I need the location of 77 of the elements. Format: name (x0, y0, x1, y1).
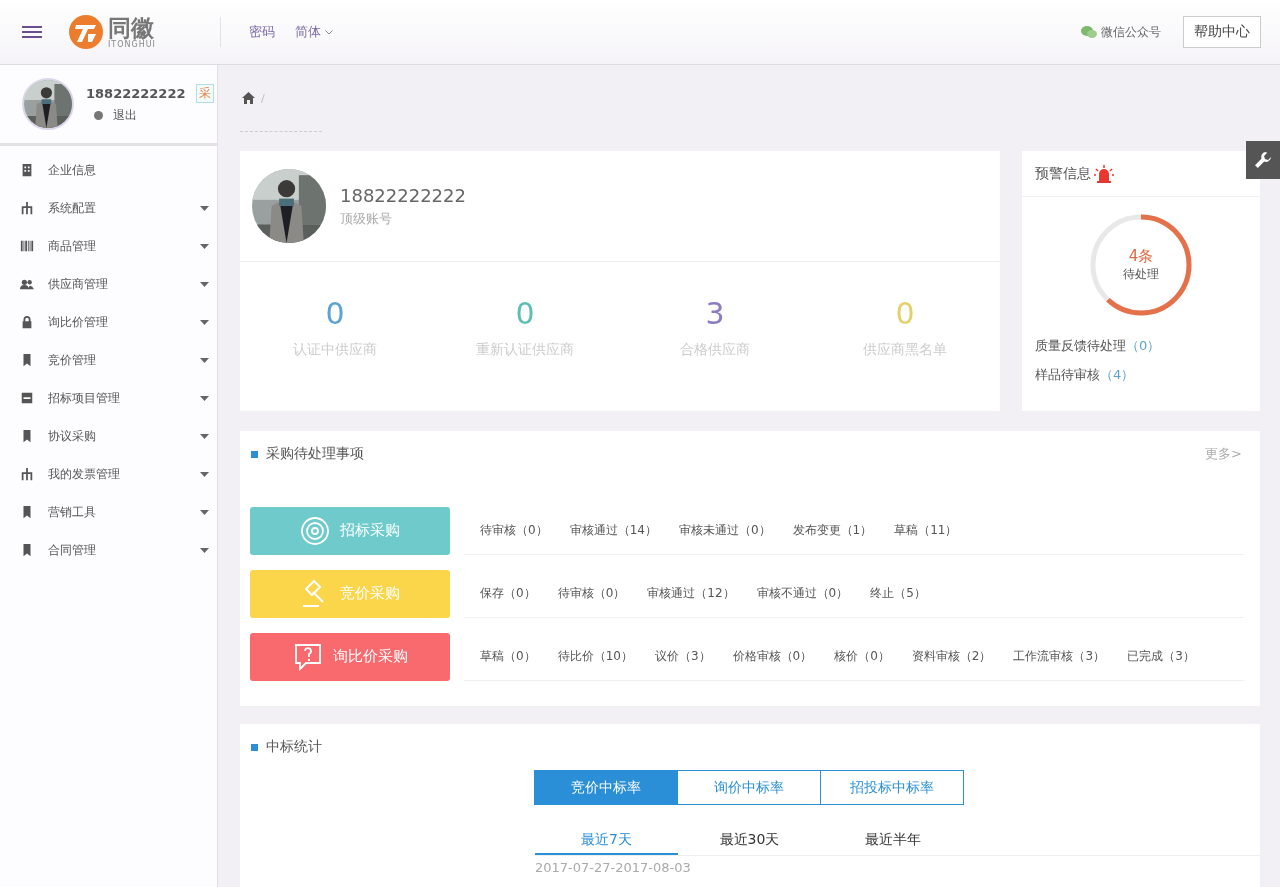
header-link[interactable]: 密码 (245, 19, 279, 45)
status-link[interactable]: 保存（0） (480, 584, 536, 602)
date-range: 2017-07-27-2017-08-03 (535, 860, 691, 875)
building-icon (20, 163, 34, 177)
period-tab[interactable]: 最近7天 (535, 827, 678, 855)
wrench-icon (1254, 151, 1272, 169)
logout-link[interactable]: 退出 (113, 107, 137, 124)
status-link[interactable]: 议价（3） (654, 647, 711, 665)
rate-tab[interactable]: 竞价中标率 (534, 770, 678, 805)
minus-icon (20, 391, 34, 405)
status-dot (94, 111, 103, 120)
users-icon (20, 277, 34, 291)
sidebar-item[interactable]: 我的发票管理 (0, 455, 217, 493)
section-title: 中标统计 (266, 738, 322, 756)
header-link[interactable]: 简体 (291, 19, 337, 45)
status-link[interactable]: 待审核（0） (557, 584, 626, 602)
stat-value: 3 (705, 296, 725, 331)
sidebar-item[interactable]: 营销工具 (0, 493, 217, 531)
breadcrumb-separator: / (261, 91, 265, 105)
section-marker (251, 450, 258, 458)
logo-icon (68, 14, 104, 50)
target-icon (300, 515, 330, 546)
sidebar-item[interactable]: 招标项目管理 (0, 379, 217, 417)
section-title: 采购待处理事项 (266, 445, 364, 463)
period-tab[interactable]: 最近半年 (821, 827, 964, 855)
chat-bubbles-icon (1080, 24, 1098, 40)
logo-subtitle: ITONGHUI (108, 39, 156, 49)
barcode-icon (20, 239, 34, 253)
sidebar-item[interactable]: 协议采购 (0, 417, 217, 455)
status-link[interactable]: 资料审核（2） (911, 647, 992, 665)
speech-question-icon (292, 641, 323, 672)
status-link[interactable]: 审核不通过（0） (756, 584, 849, 602)
sidebar-item[interactable]: 企业信息 (0, 151, 217, 189)
sidebar-item[interactable]: 系统配置 (0, 189, 217, 227)
status-link[interactable]: 工作流审核（3） (1013, 647, 1106, 665)
status-link[interactable]: 审核通过（12） (647, 584, 735, 602)
role-badge: 采 (195, 84, 214, 103)
stat-value: 0 (325, 296, 345, 331)
profile-name: 18822222222 (340, 184, 466, 206)
status-link[interactable]: 待审核（0） (480, 521, 548, 539)
period-tab[interactable]: 最近30天 (678, 827, 821, 855)
profile-role: 顶级账号 (340, 209, 393, 228)
warning-item[interactable]: 质量反馈待处理（0） (1035, 338, 1161, 353)
sidebar-item[interactable]: 询比价管理 (0, 303, 217, 341)
status-link[interactable]: 核价（0） (834, 647, 890, 665)
sidebar-item[interactable]: 供应商管理 (0, 265, 217, 303)
user-name: 18822222222 (86, 86, 186, 101)
home-icon[interactable] (242, 92, 255, 104)
rate-tab[interactable]: 招投标中标率 (820, 770, 964, 805)
sitemap-icon (20, 467, 34, 481)
pending-count: 4条 (1128, 247, 1154, 266)
sitemap-icon (20, 201, 34, 215)
status-link[interactable]: 待比价（10） (557, 647, 633, 665)
settings-tab[interactable] (1246, 141, 1280, 179)
warning-title: 预警信息 (1035, 164, 1091, 183)
sidebar-item[interactable]: 合同管理 (0, 531, 217, 569)
status-link[interactable]: 草稿（11） (894, 521, 958, 539)
status-link[interactable]: 终止（5） (870, 584, 926, 602)
sidebar-item[interactable]: 商品管理 (0, 227, 217, 265)
pending-label: 待处理 (1123, 266, 1159, 283)
status-link[interactable]: 价格审核（0） (732, 647, 813, 665)
help-center-button[interactable]: 帮助中心 (1183, 16, 1261, 48)
rate-tab[interactable]: 询价中标率 (677, 770, 821, 805)
wechat-label[interactable]: 微信公众号 (1101, 23, 1161, 41)
sidebar-item[interactable]: 竞价管理 (0, 341, 217, 379)
status-link[interactable]: 草稿（0） (480, 647, 536, 665)
status-link[interactable]: 已完成（3） (1127, 647, 1195, 665)
warning-item[interactable]: 样品待审核（4） (1035, 367, 1135, 382)
stat-value: 0 (895, 296, 915, 331)
stat-value: 0 (515, 296, 535, 331)
status-link[interactable]: 审核通过（14） (569, 521, 657, 539)
alarm-light-icon (1094, 164, 1114, 183)
lock-icon (20, 315, 34, 329)
status-link[interactable]: 发布变更（1） (792, 521, 873, 539)
logo-name: 同徽 (108, 15, 155, 40)
status-link[interactable]: 审核未通过（0） (678, 521, 771, 539)
section-marker (251, 743, 258, 751)
